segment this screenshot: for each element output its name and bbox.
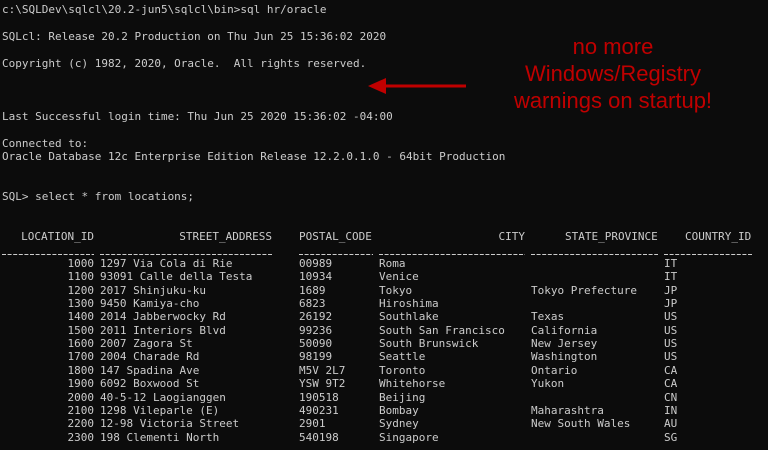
cell-country-id: CN: [664, 390, 678, 404]
cell-street-address: 2011 Interiors Blvd: [100, 323, 226, 337]
cell-country-id: US: [664, 350, 678, 364]
cell-country-id: US: [664, 323, 678, 337]
cell-postal-code: 6823: [299, 297, 326, 311]
cell-country-id: JP: [664, 283, 678, 297]
cell-state-province: Washington: [531, 350, 598, 364]
cell-city: Southlake: [379, 310, 439, 324]
header-postal-code: POSTAL_CODE: [299, 230, 372, 243]
cell-street-address: 2017 Shinjuku-ku: [100, 283, 206, 297]
cell-state-province: Tokyo Prefecture: [531, 283, 637, 297]
cell-location-id: 1800: [67, 363, 95, 377]
cell-city: Seattle: [379, 350, 426, 364]
header-location-id: LOCATION_ID: [21, 230, 94, 243]
cell-street-address: 40-5-12 Laogianggen: [100, 390, 226, 404]
cell-city: South Brunswick: [379, 337, 479, 351]
cell-country-id: IT: [664, 270, 678, 284]
cell-location-id: 1100: [67, 270, 95, 284]
annotation-line-2: Windows/Registry: [524, 61, 702, 86]
cell-postal-code: 2901: [299, 417, 326, 431]
cell-postal-code: 98199: [299, 350, 333, 364]
cell-city: Singapore: [379, 430, 439, 444]
cell-city: Sydney: [379, 417, 419, 431]
cell-location-id: 1900: [67, 377, 95, 391]
cell-state-province: New South Wales: [531, 417, 631, 431]
cell-country-id: JP: [664, 297, 678, 311]
cell-city: Venice: [379, 270, 419, 284]
cell-city: Toronto: [379, 363, 426, 377]
cell-postal-code: 10934: [299, 270, 333, 284]
cell-street-address: 147 Spadina Ave: [100, 363, 200, 377]
cell-city: Bombay: [379, 403, 419, 417]
cell-country-id: US: [664, 310, 678, 324]
annotation-arrow-icon: [368, 78, 466, 94]
cell-country-id: SG: [664, 430, 678, 444]
copyright-line: Copyright (c) 1982, 2020, Oracle. All ri…: [2, 57, 367, 70]
cell-state-province: California: [531, 323, 598, 337]
cell-postal-code: 00989: [299, 257, 333, 270]
cell-state-province: New Jersey: [531, 337, 598, 351]
cell-location-id: 1000: [67, 257, 95, 270]
cell-city: Beijing: [379, 390, 426, 404]
cell-location-id: 1400: [67, 310, 95, 324]
cell-location-id: 1300: [67, 297, 95, 311]
cell-city: Roma: [379, 257, 406, 270]
cell-location-id: 1500: [67, 323, 95, 337]
cell-location-id: 1600: [67, 337, 95, 351]
command-line: c:\SQLDev\sqlcl\20.2-jun5\sqlcl\bin>sql …: [2, 3, 327, 16]
cell-street-address: 1298 Vileparle (E): [100, 403, 220, 417]
cell-city: Hiroshima: [379, 297, 439, 311]
cell-street-address: 1297 Via Cola di Rie: [100, 257, 233, 270]
cell-street-address: 198 Clementi North: [100, 430, 220, 444]
last-login-line: Last Successful login time: Thu Jun 25 2…: [2, 110, 393, 123]
cell-postal-code: 26192: [299, 310, 333, 324]
header-underline: [2, 254, 752, 255]
cell-location-id: 2300: [67, 430, 95, 444]
cell-postal-code: 1689: [299, 283, 326, 297]
sql-query-line: SQL> select * from locations;: [2, 190, 195, 203]
cell-city: South San Francisco: [379, 323, 505, 337]
cell-country-id: US: [664, 337, 678, 351]
cell-postal-code: 490231: [299, 403, 339, 417]
cell-street-address: 2007 Zagora St: [100, 337, 193, 351]
cell-state-province: Yukon: [531, 377, 565, 391]
release-line: SQLcl: Release 20.2 Production on Thu Ju…: [2, 30, 387, 43]
cell-street-address: 9450 Kamiya-cho: [100, 297, 200, 311]
cell-location-id: 2200: [67, 417, 95, 431]
annotation-text: no more Windows/Registry warnings on sta…: [468, 33, 758, 114]
cell-street-address: 93091 Calle della Testa: [100, 270, 253, 284]
cell-country-id: AU: [664, 417, 678, 431]
connected-label: Connected to:: [2, 137, 89, 150]
cell-city: Whitehorse: [379, 377, 446, 391]
cell-street-address: 2004 Charade Rd: [100, 350, 200, 364]
header-street-address: STREET_ADDRESS: [179, 230, 272, 243]
cell-state-province: Ontario: [531, 363, 578, 377]
cell-country-id: CA: [664, 377, 678, 391]
cell-street-address: 12-98 Victoria Street: [100, 417, 240, 431]
cell-state-province: Texas: [531, 310, 565, 324]
cell-country-id: CA: [664, 363, 678, 377]
cell-location-id: 2100: [67, 403, 95, 417]
cell-postal-code: M5V 2L7: [299, 363, 346, 377]
cell-postal-code: 50090: [299, 337, 333, 351]
cell-location-id: 1200: [67, 283, 95, 297]
cell-location-id: 1700: [67, 350, 95, 364]
cell-location-id: 2000: [67, 390, 95, 404]
cell-postal-code: 190518: [299, 390, 339, 404]
cell-street-address: 6092 Boxwood St: [100, 377, 200, 391]
cell-country-id: IT: [664, 257, 678, 270]
cell-country-id: IN: [664, 403, 678, 417]
cell-street-address: 2014 Jabberwocky Rd: [100, 310, 226, 324]
cell-city: Tokyo: [379, 283, 413, 297]
header-city: CITY: [498, 230, 526, 243]
cell-postal-code: 99236: [299, 323, 333, 337]
cell-postal-code: YSW 9T2: [299, 377, 346, 391]
header-state-province: STATE_PROVINCE: [565, 230, 658, 243]
annotation-line-3: warnings on startup!: [513, 88, 713, 113]
header-country-id: COUNTRY_ID: [685, 230, 752, 243]
cell-state-province: Maharashtra: [531, 403, 604, 417]
annotation-line-1: no more: [572, 34, 654, 59]
cell-postal-code: 540198: [299, 430, 339, 444]
db-version-line: Oracle Database 12c Enterprise Edition R…: [2, 150, 506, 163]
